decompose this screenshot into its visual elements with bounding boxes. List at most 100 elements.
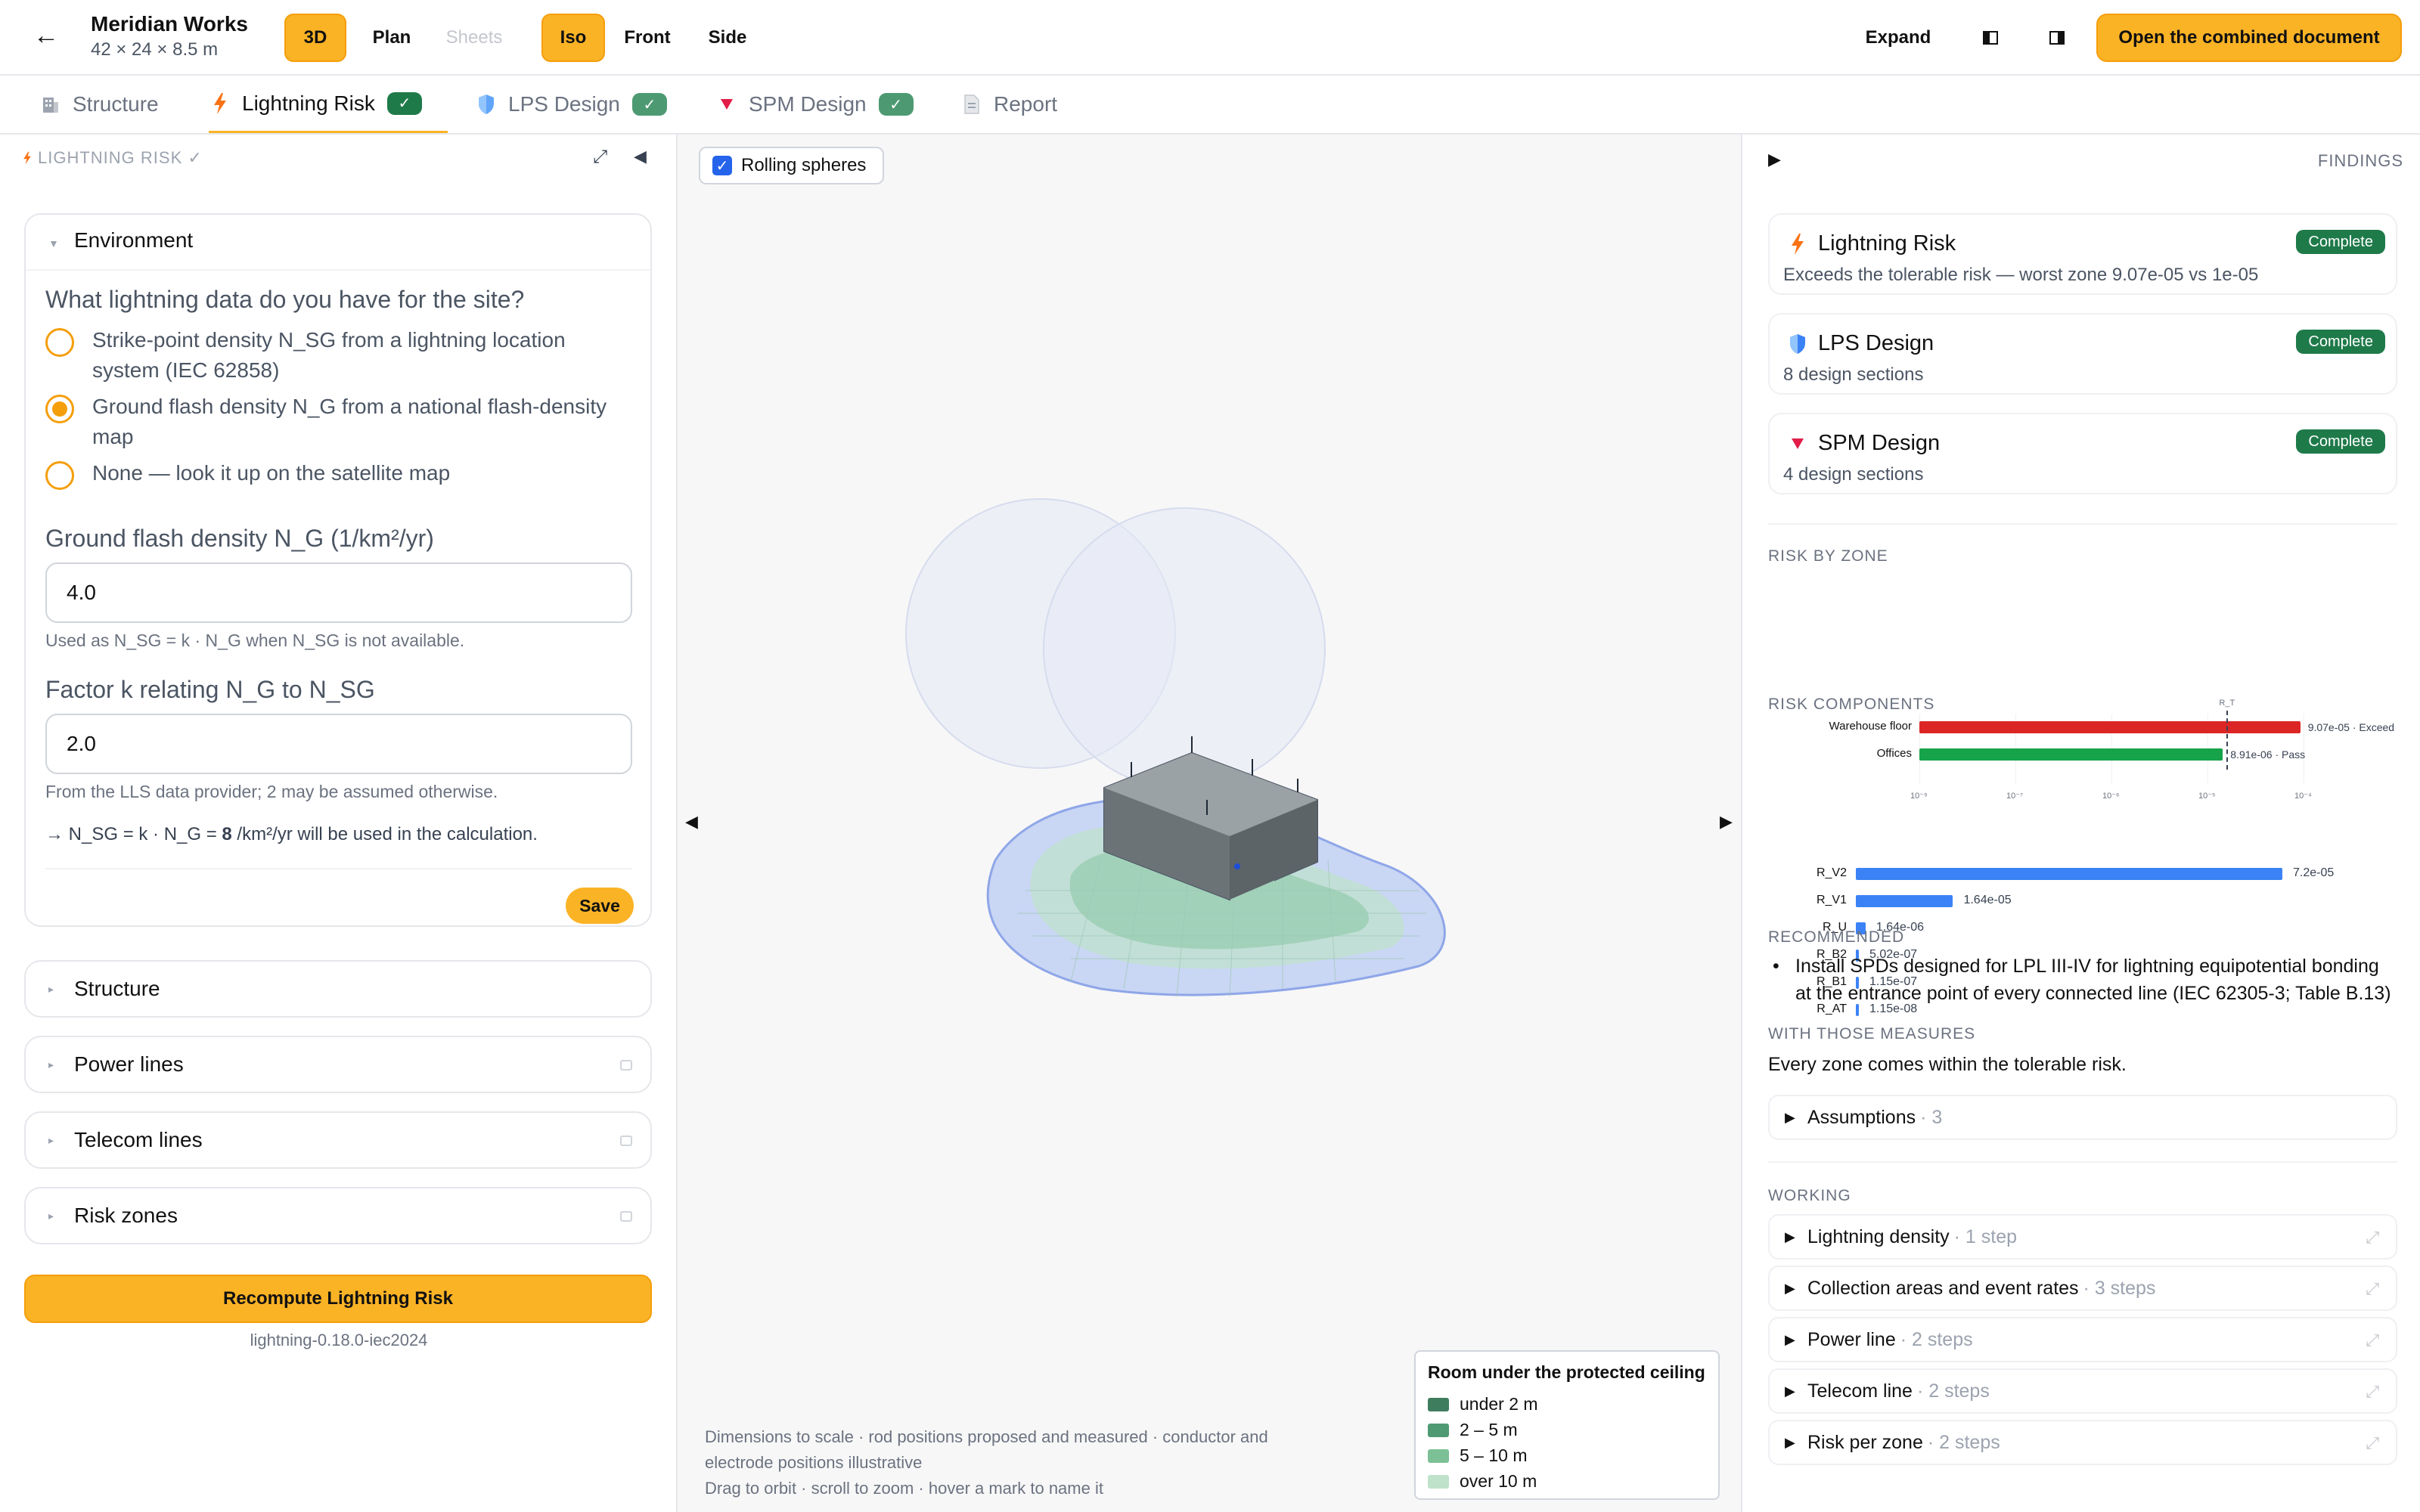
findings-panel: ▶ FINDINGS Lightning Risk Complete Excee… bbox=[1742, 135, 2420, 1512]
camera-side-button[interactable]: Side bbox=[690, 14, 765, 62]
expand-icon[interactable]: ⤢ bbox=[593, 147, 607, 168]
down-conductor-mark[interactable] bbox=[1234, 863, 1240, 869]
tab-label: Structure bbox=[73, 92, 159, 116]
finding-lightning-risk[interactable]: Lightning Risk Complete Exceeds the tole… bbox=[1768, 213, 2397, 295]
expand-icon[interactable]: ⤢ bbox=[2366, 1279, 2379, 1299]
camera-front-button[interactable]: Front bbox=[608, 14, 687, 62]
chevron-right-icon: ▸ bbox=[48, 1134, 54, 1146]
panel-header: FINDINGS bbox=[2317, 151, 2403, 170]
question-text: What lightning data do you have for the … bbox=[45, 286, 525, 313]
left-panel-toggle-icon[interactable] bbox=[1978, 26, 2003, 50]
view-plan-button[interactable]: Plan bbox=[352, 14, 431, 62]
chevron-right-icon: ▸ bbox=[48, 1058, 54, 1070]
expand-button[interactable]: Expand bbox=[1845, 14, 1951, 62]
collapse-panel-icon[interactable]: ◀ bbox=[634, 147, 647, 166]
chevron-right-icon: ▶ bbox=[1785, 1281, 1795, 1296]
ng-input[interactable]: 4.0 bbox=[45, 562, 632, 623]
finding-summary: Exceeds the tolerable risk — worst zone … bbox=[1783, 265, 2259, 285]
option-label[interactable]: None — look it up on the satellite map bbox=[92, 458, 622, 488]
tab-lightning-risk[interactable]: Lightning Risk ✓ bbox=[209, 76, 448, 133]
working-step-power-line[interactable]: ▶ Power line · 2 steps ⤢ bbox=[1768, 1317, 2397, 1362]
option-label[interactable]: Strike-point density N_SG from a lightni… bbox=[92, 325, 622, 386]
right-panel-toggle-icon[interactable] bbox=[2045, 26, 2069, 50]
building-model-scene[interactable] bbox=[678, 135, 1742, 1435]
expand-icon[interactable]: ⤢ bbox=[2366, 1228, 2379, 1247]
legend-item: under 2 m bbox=[1428, 1394, 1538, 1414]
reference-label: R_T bbox=[2219, 699, 2235, 708]
section-title: Telecom lines bbox=[74, 1128, 203, 1151]
tab-spm-design[interactable]: SPM Design ✓ bbox=[715, 76, 914, 133]
section-label: WORKING bbox=[1768, 1187, 1851, 1204]
power-lines-card[interactable]: ▸ Power lines bbox=[24, 1036, 652, 1093]
chevron-right-icon: ▸ bbox=[48, 983, 54, 995]
save-button[interactable]: Save bbox=[566, 888, 634, 924]
back-arrow-icon[interactable]: ← bbox=[33, 21, 59, 51]
working-step-lightning-density[interactable]: ▶ Lightning density · 1 step ⤢ bbox=[1768, 1214, 2397, 1259]
recommendation-item: Install SPDs designed for LPL III-IV for… bbox=[1768, 953, 2397, 1007]
radio-lls[interactable] bbox=[45, 328, 74, 357]
collapse-panel-icon[interactable]: ▶ bbox=[1768, 150, 1781, 169]
chevron-right-icon: ▶ bbox=[1785, 1435, 1795, 1450]
assumptions-toggle[interactable]: ▶ Assumptions · 3 bbox=[1768, 1095, 2397, 1140]
expand-icon[interactable]: ⤢ bbox=[2366, 1433, 2379, 1453]
chevron-right-icon: ▶ bbox=[1785, 1229, 1795, 1244]
status-badge: Complete bbox=[2296, 330, 2385, 354]
working-step-collection-areas[interactable]: ▶ Collection areas and event rates · 3 st… bbox=[1768, 1266, 2397, 1311]
option-label[interactable]: Ground flash density N_G from a national… bbox=[92, 392, 622, 452]
k-input[interactable]: 2.0 bbox=[45, 714, 632, 774]
legend-item: 5 – 10 m bbox=[1428, 1445, 1528, 1466]
project-name: Meridian Works bbox=[91, 12, 248, 36]
tab-report[interactable]: Report bbox=[960, 76, 1057, 133]
finding-title: Lightning Risk bbox=[1818, 231, 1956, 256]
shield-icon bbox=[475, 93, 498, 116]
k-hint: From the LLS data provider; 2 may be ass… bbox=[45, 782, 498, 801]
module-tabs: Structure Lightning Risk ✓ LPS Design ✓ … bbox=[0, 76, 2420, 135]
3d-viewport[interactable]: ✓ Rolling spheres ◀ ▶ Room under the pro… bbox=[678, 135, 1742, 1512]
recompute-button[interactable]: Recompute Lightning Risk bbox=[24, 1275, 652, 1323]
panel-header: LIGHTNING RISK ✓ bbox=[23, 148, 203, 168]
list-icon bbox=[620, 1060, 632, 1070]
risk-zones-card[interactable]: ▸ Risk zones bbox=[24, 1187, 652, 1244]
telecom-lines-card[interactable]: ▸ Telecom lines bbox=[24, 1111, 652, 1169]
structure-card[interactable]: ▸ Structure bbox=[24, 960, 652, 1018]
view-sheets-button[interactable]: Sheets bbox=[434, 14, 514, 62]
complete-check-icon: ✓ bbox=[386, 91, 422, 115]
tab-structure[interactable]: Structure bbox=[39, 76, 159, 133]
finding-summary: 4 design sections bbox=[1783, 464, 1924, 485]
component-risk-bar[interactable] bbox=[1856, 868, 2282, 880]
viewport-note: electrode positions illustrative bbox=[705, 1453, 923, 1472]
bar-value-label: 1.64e-05 bbox=[1963, 894, 2012, 906]
component-risk-bar[interactable] bbox=[1856, 895, 1953, 907]
tab-lps-design[interactable]: LPS Design ✓ bbox=[475, 76, 667, 133]
top-bar: ← Meridian Works 42 × 24 × 8.5 m 3D Plan… bbox=[0, 0, 2420, 76]
building-icon bbox=[39, 93, 62, 116]
section-title[interactable]: Environment bbox=[74, 228, 193, 253]
camera-iso-button[interactable]: Iso bbox=[541, 14, 605, 62]
radio-satellite[interactable] bbox=[45, 461, 74, 490]
viewport-hint: Drag to orbit · scroll to zoom · hover a… bbox=[705, 1479, 1103, 1498]
chevron-right-icon: ▶ bbox=[1785, 1110, 1795, 1125]
finding-title: LPS Design bbox=[1818, 331, 1934, 355]
lightning-icon bbox=[1786, 233, 1809, 256]
view-3d-button[interactable]: 3D bbox=[284, 14, 346, 62]
nsg-calculation: → N_SG = k · N_G = 8 /km²/yr will be use… bbox=[45, 824, 538, 844]
left-panel: LIGHTNING RISK ✓ ⤢ ◀ ▼ Environment What … bbox=[0, 135, 678, 1512]
open-combined-document-button[interactable]: Open the combined document bbox=[2096, 14, 2402, 62]
finding-spm-design[interactable]: SPM Design Complete 4 design sections bbox=[1768, 413, 2397, 494]
triangle-icon bbox=[1786, 432, 1809, 455]
section-label: RISK COMPONENTS bbox=[1768, 696, 1935, 713]
radio-ground-flash[interactable] bbox=[45, 395, 74, 423]
chevron-down-icon[interactable]: ▼ bbox=[48, 237, 59, 249]
complete-check-icon: ✓ bbox=[878, 93, 914, 116]
status-badge: Complete bbox=[2296, 230, 2385, 254]
protected-room-legend: Room under the protected ceiling under 2… bbox=[1414, 1350, 1720, 1500]
section-title: Risk zones bbox=[74, 1204, 178, 1227]
lightning-icon bbox=[209, 92, 231, 115]
expand-icon[interactable]: ⤢ bbox=[2366, 1382, 2379, 1402]
finding-lps-design[interactable]: LPS Design Complete 8 design sections bbox=[1768, 313, 2397, 395]
expand-icon[interactable]: ⤢ bbox=[2366, 1331, 2379, 1350]
working-step-risk-per-zone[interactable]: ▶ Risk per zone · 2 steps ⤢ bbox=[1768, 1420, 2397, 1465]
with-measures-text: Every zone comes within the tolerable ri… bbox=[1768, 1054, 2127, 1075]
list-icon bbox=[620, 1136, 632, 1146]
working-step-telecom-line[interactable]: ▶ Telecom line · 2 steps ⤢ bbox=[1768, 1368, 2397, 1414]
